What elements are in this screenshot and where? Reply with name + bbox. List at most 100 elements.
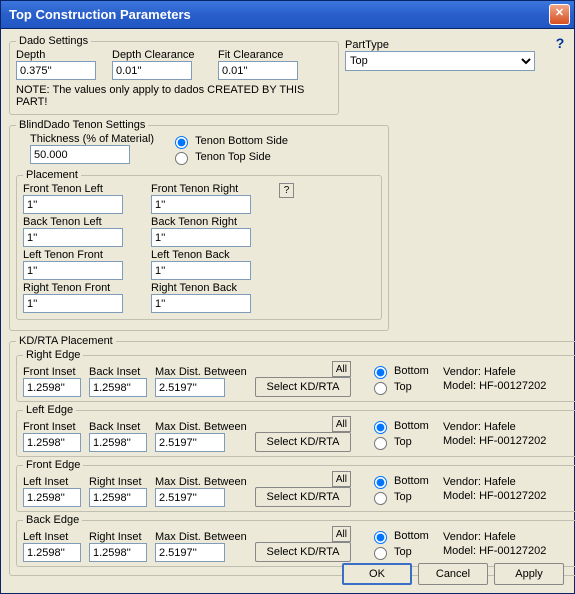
- re-bottom-radio[interactable]: Bottom: [369, 363, 439, 379]
- depth-clearance-input[interactable]: [112, 61, 192, 80]
- le-top-radio-input[interactable]: [374, 437, 387, 450]
- re-select-button[interactable]: Select KD/RTA: [255, 377, 351, 397]
- le-all-button[interactable]: All: [332, 416, 351, 432]
- le-select-button[interactable]: Select KD/RTA: [255, 432, 351, 452]
- re-top-radio[interactable]: Top: [369, 379, 439, 395]
- fe-top-radio-input[interactable]: [374, 492, 387, 505]
- fe-c-label: Max Dist. Between: [155, 476, 249, 488]
- re-bottom-label: Bottom: [394, 365, 429, 377]
- fit-clearance-input[interactable]: [218, 61, 298, 80]
- fe-bottom-radio[interactable]: Bottom: [369, 473, 439, 489]
- le-top-label: Top: [394, 436, 412, 448]
- fit-clearance-label: Fit Clearance: [218, 49, 318, 61]
- help-icon[interactable]: ?: [552, 35, 568, 51]
- left-edge-legend: Left Edge: [23, 404, 76, 416]
- be-c-input[interactable]: [155, 543, 225, 562]
- le-bottom-radio-input[interactable]: [374, 421, 387, 434]
- ftr-input[interactable]: [151, 195, 251, 214]
- le-bottom-radio[interactable]: Bottom: [369, 418, 439, 434]
- fe-a-input[interactable]: [23, 488, 81, 507]
- ok-button[interactable]: OK: [342, 563, 412, 585]
- re-b-input[interactable]: [89, 378, 147, 397]
- left-edge-group: Left Edge Front Inset Back Inset Max Dis…: [16, 404, 575, 457]
- ltf-label: Left Tenon Front: [23, 249, 143, 261]
- btr-input[interactable]: [151, 228, 251, 247]
- re-top-radio-input[interactable]: [374, 382, 387, 395]
- depth-label: Depth: [16, 49, 106, 61]
- be-top-radio-input[interactable]: [374, 547, 387, 560]
- tenon-top-radio-input[interactable]: [175, 152, 188, 165]
- dialog-window: Top Construction Parameters ✕ ? Dado Set…: [0, 0, 575, 594]
- re-c-input[interactable]: [155, 378, 225, 397]
- rtf-input[interactable]: [23, 294, 123, 313]
- thickness-input[interactable]: [30, 145, 130, 164]
- le-b-input[interactable]: [89, 433, 147, 452]
- re-a-label: Front Inset: [23, 366, 85, 378]
- rtf-label: Right Tenon Front: [23, 282, 143, 294]
- be-a-label: Left Inset: [23, 531, 85, 543]
- cancel-button[interactable]: Cancel: [418, 563, 488, 585]
- blinddado-legend: BlindDado Tenon Settings: [16, 119, 148, 131]
- be-top-radio[interactable]: Top: [369, 544, 439, 560]
- tenon-bottom-label: Tenon Bottom Side: [195, 135, 288, 147]
- depth-input[interactable]: [16, 61, 96, 80]
- window-title: Top Construction Parameters: [9, 7, 549, 22]
- re-a-input[interactable]: [23, 378, 81, 397]
- le-bottom-label: Bottom: [394, 420, 429, 432]
- rtb-input[interactable]: [151, 294, 251, 313]
- re-all-button[interactable]: All: [332, 361, 351, 377]
- dado-settings-group: Dado Settings Depth Depth Clearance Fit …: [9, 35, 339, 115]
- right-edge-group: Right Edge Front Inset Back Inset Max Di…: [16, 349, 575, 402]
- be-bottom-radio-input[interactable]: [374, 531, 387, 544]
- tenon-bottom-radio-input[interactable]: [175, 136, 188, 149]
- be-bottom-radio[interactable]: Bottom: [369, 528, 439, 544]
- le-a-label: Front Inset: [23, 421, 85, 433]
- re-bottom-radio-input[interactable]: [374, 366, 387, 379]
- be-model: Model: HF-00127202: [443, 545, 575, 557]
- fe-top-radio[interactable]: Top: [369, 489, 439, 505]
- re-top-label: Top: [394, 381, 412, 393]
- back-edge-legend: Back Edge: [23, 514, 82, 526]
- fe-vendor: Vendor: Hafele: [443, 476, 575, 488]
- fe-b-input[interactable]: [89, 488, 147, 507]
- ftl-input[interactable]: [23, 195, 123, 214]
- le-top-radio[interactable]: Top: [369, 434, 439, 450]
- be-vendor: Vendor: Hafele: [443, 531, 575, 543]
- kdrta-group: KD/RTA Placement Right Edge Front Inset …: [9, 335, 575, 576]
- be-b-label: Right Inset: [89, 531, 151, 543]
- tenon-bottom-radio[interactable]: Tenon Bottom Side: [170, 133, 288, 149]
- ltb-input[interactable]: [151, 261, 251, 280]
- right-edge-legend: Right Edge: [23, 349, 83, 361]
- fe-select-button[interactable]: Select KD/RTA: [255, 487, 351, 507]
- le-c-input[interactable]: [155, 433, 225, 452]
- fe-all-button[interactable]: All: [332, 471, 351, 487]
- dado-legend: Dado Settings: [16, 35, 91, 47]
- le-c-label: Max Dist. Between: [155, 421, 249, 433]
- fe-bottom-radio-input[interactable]: [374, 476, 387, 489]
- rtb-label: Right Tenon Back: [151, 282, 271, 294]
- be-bottom-label: Bottom: [394, 530, 429, 542]
- front-edge-group: Front Edge Left Inset Right Inset Max Di…: [16, 459, 575, 512]
- be-b-input[interactable]: [89, 543, 147, 562]
- ftl-label: Front Tenon Left: [23, 183, 143, 195]
- le-b-label: Back Inset: [89, 421, 151, 433]
- ltf-input[interactable]: [23, 261, 123, 280]
- apply-button[interactable]: Apply: [494, 563, 564, 585]
- tenon-top-radio[interactable]: Tenon Top Side: [170, 149, 288, 165]
- be-top-label: Top: [394, 546, 412, 558]
- parttype-select[interactable]: Top: [345, 51, 535, 71]
- titlebar: Top Construction Parameters ✕: [1, 1, 574, 29]
- fe-model: Model: HF-00127202: [443, 490, 575, 502]
- be-a-input[interactable]: [23, 543, 81, 562]
- placement-help-button[interactable]: ?: [279, 183, 294, 198]
- fe-bottom-label: Bottom: [394, 475, 429, 487]
- fe-top-label: Top: [394, 491, 412, 503]
- fe-c-input[interactable]: [155, 488, 225, 507]
- be-select-button[interactable]: Select KD/RTA: [255, 542, 351, 562]
- btl-input[interactable]: [23, 228, 123, 247]
- le-a-input[interactable]: [23, 433, 81, 452]
- close-button[interactable]: ✕: [549, 4, 570, 25]
- be-all-button[interactable]: All: [332, 526, 351, 542]
- client-area: ? Dado Settings Depth Depth Clearance Fi…: [1, 29, 574, 593]
- back-edge-group: Back Edge Left Inset Right Inset Max Dis…: [16, 514, 575, 567]
